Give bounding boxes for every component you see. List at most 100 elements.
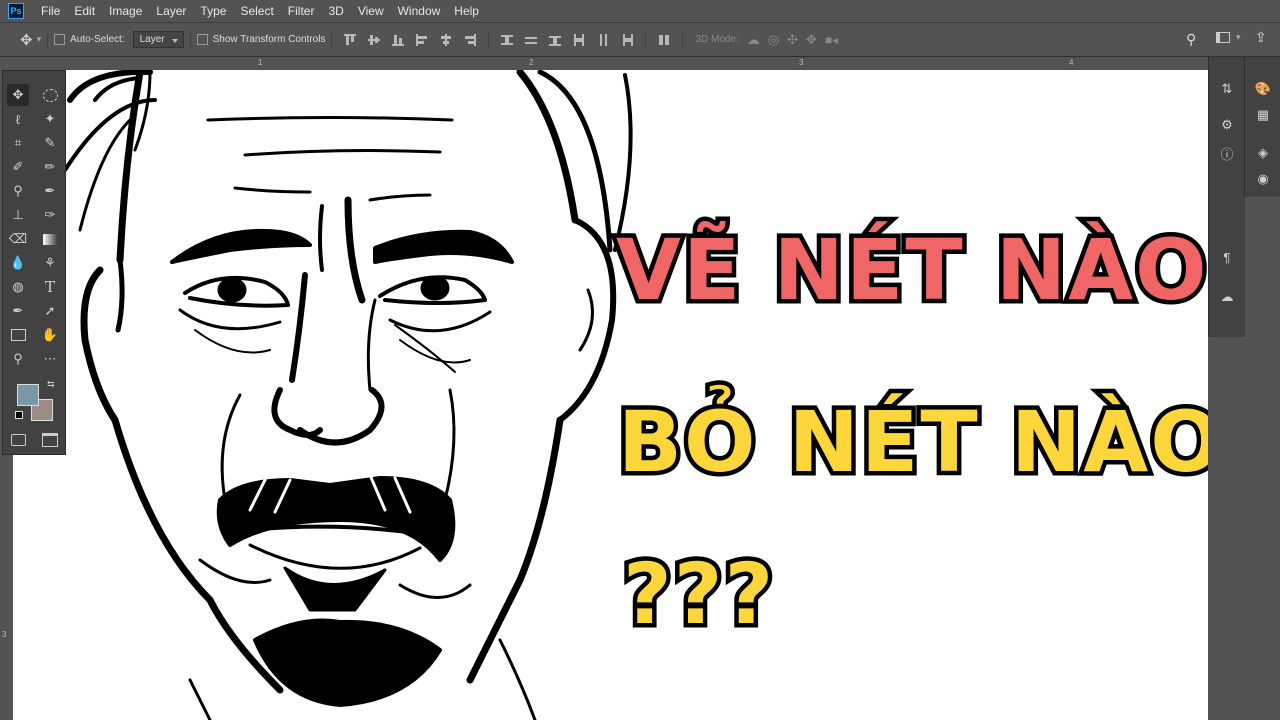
sponge-icon[interactable]: ◍ (7, 276, 29, 298)
swap-icon[interactable]: ⇆ (47, 379, 55, 390)
menu-3d[interactable]: 3D (321, 0, 350, 22)
panel-dock-collapsed-2: 🎨 ▦ ◈ ◉ (1244, 57, 1280, 197)
auto-select-checkbox[interactable] (54, 34, 66, 45)
headline-line-2: BỎ NÉT NÀO (614, 393, 1208, 491)
foreground-color-swatch[interactable] (17, 384, 39, 406)
menu-file[interactable]: File (34, 0, 67, 22)
align-left-icon[interactable] (415, 33, 429, 47)
3d-orbit-icon[interactable]: ☁ (747, 32, 760, 48)
align-hcenter-icon[interactable] (439, 33, 453, 47)
magic-wand-icon[interactable]: ✦ (39, 108, 61, 130)
divider (47, 29, 49, 50)
chevron-down-icon[interactable]: ▾ (1236, 32, 1241, 43)
more-icon[interactable]: ⋯ (39, 348, 61, 370)
spot-heal-icon[interactable]: ✐ (7, 156, 29, 178)
dodge-icon[interactable]: ⚘ (39, 252, 61, 274)
zoom-icon[interactable]: ⚲ (7, 348, 29, 370)
screen-mode-icon[interactable] (39, 429, 61, 451)
distribute-hcenter-icon[interactable] (596, 33, 610, 47)
history-icon[interactable]: ⇅ (1217, 79, 1237, 99)
align-right-icon[interactable] (463, 33, 477, 47)
align-bottom-icon[interactable] (391, 33, 405, 47)
align-top-icon[interactable] (343, 33, 357, 47)
divider (645, 29, 647, 50)
move-tool-icon[interactable]: ✥ (7, 84, 29, 106)
eyedropper-icon[interactable]: ✎ (39, 132, 61, 154)
quick-mask-icon[interactable] (7, 429, 29, 451)
swatches-icon[interactable]: ▦ (1253, 105, 1273, 125)
3d-roll-icon[interactable]: ◎ (768, 32, 779, 48)
clone-stamp-2-icon[interactable]: ⊥ (7, 204, 29, 226)
channels-icon[interactable]: ◉ (1253, 169, 1273, 189)
workspace-icon[interactable] (1216, 32, 1230, 43)
menu-layer[interactable]: Layer (149, 0, 193, 22)
brush-icon[interactable]: ✏ (39, 156, 61, 178)
search-icon[interactable]: ⚲ (1186, 31, 1196, 48)
lasso-icon[interactable]: ℓ (7, 108, 29, 130)
3d-slide-icon[interactable]: ✥ (806, 32, 817, 48)
align-vcenter-icon[interactable] (367, 33, 381, 47)
auto-select-dropdown[interactable]: Layer (132, 31, 184, 48)
menu-select[interactable]: Select (233, 0, 280, 22)
menu-help[interactable]: Help (447, 0, 486, 22)
blur-icon[interactable]: 💧 (7, 252, 29, 274)
libraries-icon[interactable]: ☁ (1217, 287, 1237, 307)
ruler-top: 1 2 3 4 (68, 57, 1208, 71)
share-icon[interactable]: ⇪ (1255, 29, 1267, 46)
ruler-tick: 3 (799, 58, 804, 67)
distribute-top-icon[interactable] (500, 33, 514, 47)
menu-type[interactable]: Type (193, 0, 233, 22)
eraser-icon[interactable]: ⌫ (7, 228, 29, 250)
show-transform-label: Show Transform Controls (212, 34, 326, 45)
crop-icon[interactable]: ⌗ (7, 132, 29, 154)
menu-bar: Ps File Edit Image Layer Type Select Fil… (0, 0, 1280, 23)
3d-pan-icon[interactable]: ✣ (787, 32, 798, 48)
path-select-icon[interactable]: ➚ (39, 300, 61, 322)
menu-window[interactable]: Window (391, 0, 448, 22)
pen-icon[interactable]: ✒ (7, 300, 29, 322)
gradient-icon[interactable] (39, 228, 61, 250)
document-canvas[interactable]: VẼ NÉT NÀO BỎ NÉT NÀO ??? (13, 70, 1208, 720)
divider (189, 29, 191, 50)
layers-icon[interactable]: ◈ (1253, 143, 1273, 163)
default-colors-icon[interactable] (15, 411, 23, 419)
history-brush-icon[interactable]: ✒ (39, 180, 61, 202)
clone-stamp-icon[interactable]: ⚲ (7, 180, 29, 202)
type-icon[interactable]: T (39, 276, 61, 298)
menu-image[interactable]: Image (102, 0, 149, 22)
menu-filter[interactable]: Filter (281, 0, 322, 22)
ruler-tick: 2 (529, 58, 534, 67)
rectangle-icon[interactable] (7, 324, 29, 346)
show-transform-checkbox[interactable] (196, 34, 208, 45)
chevron-down-icon[interactable]: ▾ (37, 34, 42, 45)
ruler-tick: 3 (2, 630, 7, 639)
auto-align-icon[interactable] (657, 33, 671, 47)
info-icon[interactable]: ⓘ (1217, 143, 1237, 163)
ruler-tick: 1 (258, 58, 263, 67)
tools-panel: ✥ ℓ ✦ ⌗ ✎ ✐ ✏ ⚲ ✒ ⊥ ✑ ⌫ 💧 ⚘ ◍ T ✒ ➚ ✋ ⚲ … (2, 70, 66, 455)
art-history-icon[interactable]: ✑ (39, 204, 61, 226)
headline-line-1: VẼ NÉT NÀO (612, 221, 1208, 319)
menu-edit[interactable]: Edit (67, 0, 102, 22)
3d-mode-label: 3D Mode: (695, 34, 739, 45)
properties-icon[interactable]: ⚙ (1217, 115, 1237, 135)
color-palette-icon[interactable]: 🎨 (1253, 79, 1273, 99)
marquee-icon[interactable] (39, 84, 61, 106)
auto-select-label: Auto-Select: (70, 34, 125, 45)
hand-icon[interactable]: ✋ (39, 324, 61, 346)
photoshop-logo[interactable]: Ps (8, 3, 24, 19)
3d-camera-icon[interactable]: ■◂ (825, 33, 838, 47)
distribute-vcenter-icon[interactable] (524, 33, 538, 47)
distribute-right-icon[interactable] (620, 33, 634, 47)
panel-dock-collapsed: ⇅ ⚙ ⓘ ¶ ☁ (1208, 57, 1245, 337)
headline-line-3: ??? (618, 545, 777, 643)
divider (682, 29, 684, 50)
menu-view[interactable]: View (351, 0, 391, 22)
divider (488, 29, 490, 50)
divider (331, 29, 333, 50)
paragraph-icon[interactable]: ¶ (1217, 247, 1237, 267)
distribute-bottom-icon[interactable] (548, 33, 562, 47)
ruler-tick: 4 (1069, 58, 1074, 67)
distribute-left-icon[interactable] (572, 33, 586, 47)
move-tool-preset-icon[interactable]: ✥ (20, 31, 33, 49)
